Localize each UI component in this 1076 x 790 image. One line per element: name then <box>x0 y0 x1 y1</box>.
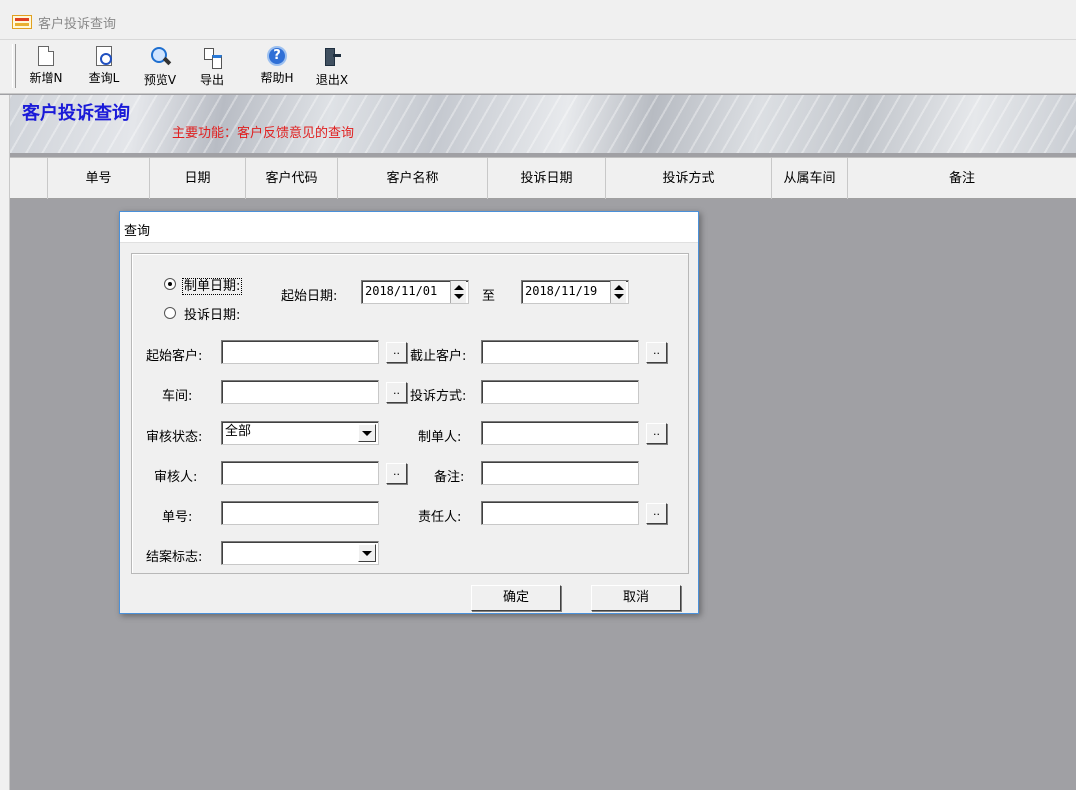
column-header-customer-name[interactable]: 客户名称 <box>338 158 488 199</box>
title-bar: 客户投诉查询 <box>0 0 1076 40</box>
radio-complaint-date-label: 投诉日期: <box>184 308 241 323</box>
end-customer-browse-button[interactable]: .. <box>646 342 667 363</box>
remark-label: 备注: <box>434 470 465 485</box>
toolbar: 新增N 查询L 预览V 导出 帮助H 退出X <box>0 40 1076 94</box>
banner-subtitle: 主要功能：客户反馈意见的查询 <box>172 126 355 141</box>
preview-button-label: 预览V <box>143 73 177 87</box>
audit-status-select[interactable]: 全部 <box>221 421 379 445</box>
toolbar-grip <box>12 44 16 88</box>
end-customer-input[interactable] <box>481 340 639 364</box>
new-button-label: 新增N <box>29 71 63 85</box>
help-button-label: 帮助H <box>260 71 294 85</box>
creator-label: 制单人: <box>418 430 462 445</box>
end-customer-label: 截止客户: <box>410 349 467 364</box>
preview-button[interactable]: 预览V <box>138 44 182 90</box>
radio-create-date[interactable] <box>164 278 176 290</box>
end-date-spinner[interactable] <box>610 281 626 303</box>
responsible-label: 责任人: <box>418 510 462 525</box>
auditor-label: 审核人: <box>154 470 198 485</box>
banner-background <box>10 95 1076 153</box>
workshop-label: 车间: <box>162 389 193 404</box>
dialog-title-bar: 查询 <box>120 212 698 243</box>
start-customer-browse-button[interactable]: .. <box>386 342 407 363</box>
ok-button[interactable]: 确定 <box>471 585 561 611</box>
creator-input[interactable] <box>481 421 639 445</box>
date-to-label: 至 <box>482 289 496 304</box>
close-flag-select[interactable] <box>221 541 379 565</box>
radio-create-date-text: 制单日期: <box>182 278 243 295</box>
new-button[interactable]: 新增N <box>24 44 68 90</box>
workshop-input[interactable] <box>221 380 379 404</box>
audit-status-value: 全部 <box>225 424 252 439</box>
export-button[interactable]: 导出 <box>192 44 232 90</box>
help-icon <box>267 46 287 66</box>
column-header-date[interactable]: 日期 <box>150 158 246 199</box>
export-icon <box>201 46 223 69</box>
close-flag-dropdown-button[interactable] <box>358 544 376 562</box>
exit-button[interactable]: 退出X <box>310 44 354 90</box>
magnifier-icon <box>149 46 171 68</box>
start-customer-input[interactable] <box>221 340 379 364</box>
column-header-order-no[interactable]: 单号 <box>48 158 150 199</box>
remark-input[interactable] <box>481 461 639 485</box>
complaint-method-input[interactable] <box>481 380 639 404</box>
help-button[interactable]: 帮助H <box>254 44 300 90</box>
close-flag-label: 结案标志: <box>146 550 203 565</box>
responsible-input[interactable] <box>481 501 639 525</box>
exit-button-label: 退出X <box>315 73 349 87</box>
grid-header: 单号 日期 客户代码 客户名称 投诉日期 投诉方式 从属车间 备注 <box>10 157 1076 199</box>
end-date-value: 2018/11/19 <box>525 284 598 298</box>
column-header-workshop[interactable]: 从属车间 <box>772 158 848 199</box>
cancel-button[interactable]: 取消 <box>591 585 681 611</box>
auditor-input[interactable] <box>221 461 379 485</box>
criteria-group: 制单日期: 投诉日期: 起始日期: 2018/11/01 至 2018/11/1… <box>131 253 689 574</box>
start-date-label: 起始日期: <box>281 289 338 304</box>
audit-status-label: 审核状态: <box>146 430 203 445</box>
header-banner: 客户投诉查询 主要功能：客户反馈意见的查询 <box>10 95 1076 153</box>
start-customer-label: 起始客户: <box>146 349 203 364</box>
app-icon <box>12 15 32 29</box>
query-button[interactable]: 查询L <box>82 44 126 90</box>
left-edge <box>0 95 10 790</box>
complaint-method-label: 投诉方式: <box>410 389 467 404</box>
audit-status-dropdown-button[interactable] <box>358 424 376 442</box>
responsible-browse-button[interactable]: .. <box>646 503 667 524</box>
query-document-icon <box>96 46 112 66</box>
radio-create-date-label: 制单日期: <box>182 275 243 295</box>
auditor-browse-button[interactable]: .. <box>386 463 407 484</box>
query-button-label: 查询L <box>88 71 120 85</box>
column-header-complaint-date[interactable]: 投诉日期 <box>488 158 606 199</box>
order-no-label: 单号: <box>162 510 193 525</box>
exit-door-icon <box>321 46 343 68</box>
query-dialog: 查询 制单日期: 投诉日期: 起始日期: 2018/11/01 至 2018/1… <box>119 211 699 614</box>
export-button-label: 导出 <box>199 73 224 87</box>
order-no-input[interactable] <box>221 501 379 525</box>
radio-complaint-date[interactable] <box>164 307 176 319</box>
banner-title: 客户投诉查询 <box>22 103 130 124</box>
column-header-customer-code[interactable]: 客户代码 <box>246 158 338 199</box>
start-date-value: 2018/11/01 <box>365 284 438 298</box>
window-title: 客户投诉查询 <box>38 17 117 32</box>
start-date-spinner[interactable] <box>450 281 466 303</box>
grid-indicator-column <box>10 158 48 199</box>
creator-browse-button[interactable]: .. <box>646 423 667 444</box>
workshop-browse-button[interactable]: .. <box>386 382 407 403</box>
new-document-icon <box>38 46 54 66</box>
column-header-remark[interactable]: 备注 <box>848 158 1076 199</box>
column-header-complaint-method[interactable]: 投诉方式 <box>606 158 772 199</box>
dialog-title: 查询 <box>124 224 151 239</box>
